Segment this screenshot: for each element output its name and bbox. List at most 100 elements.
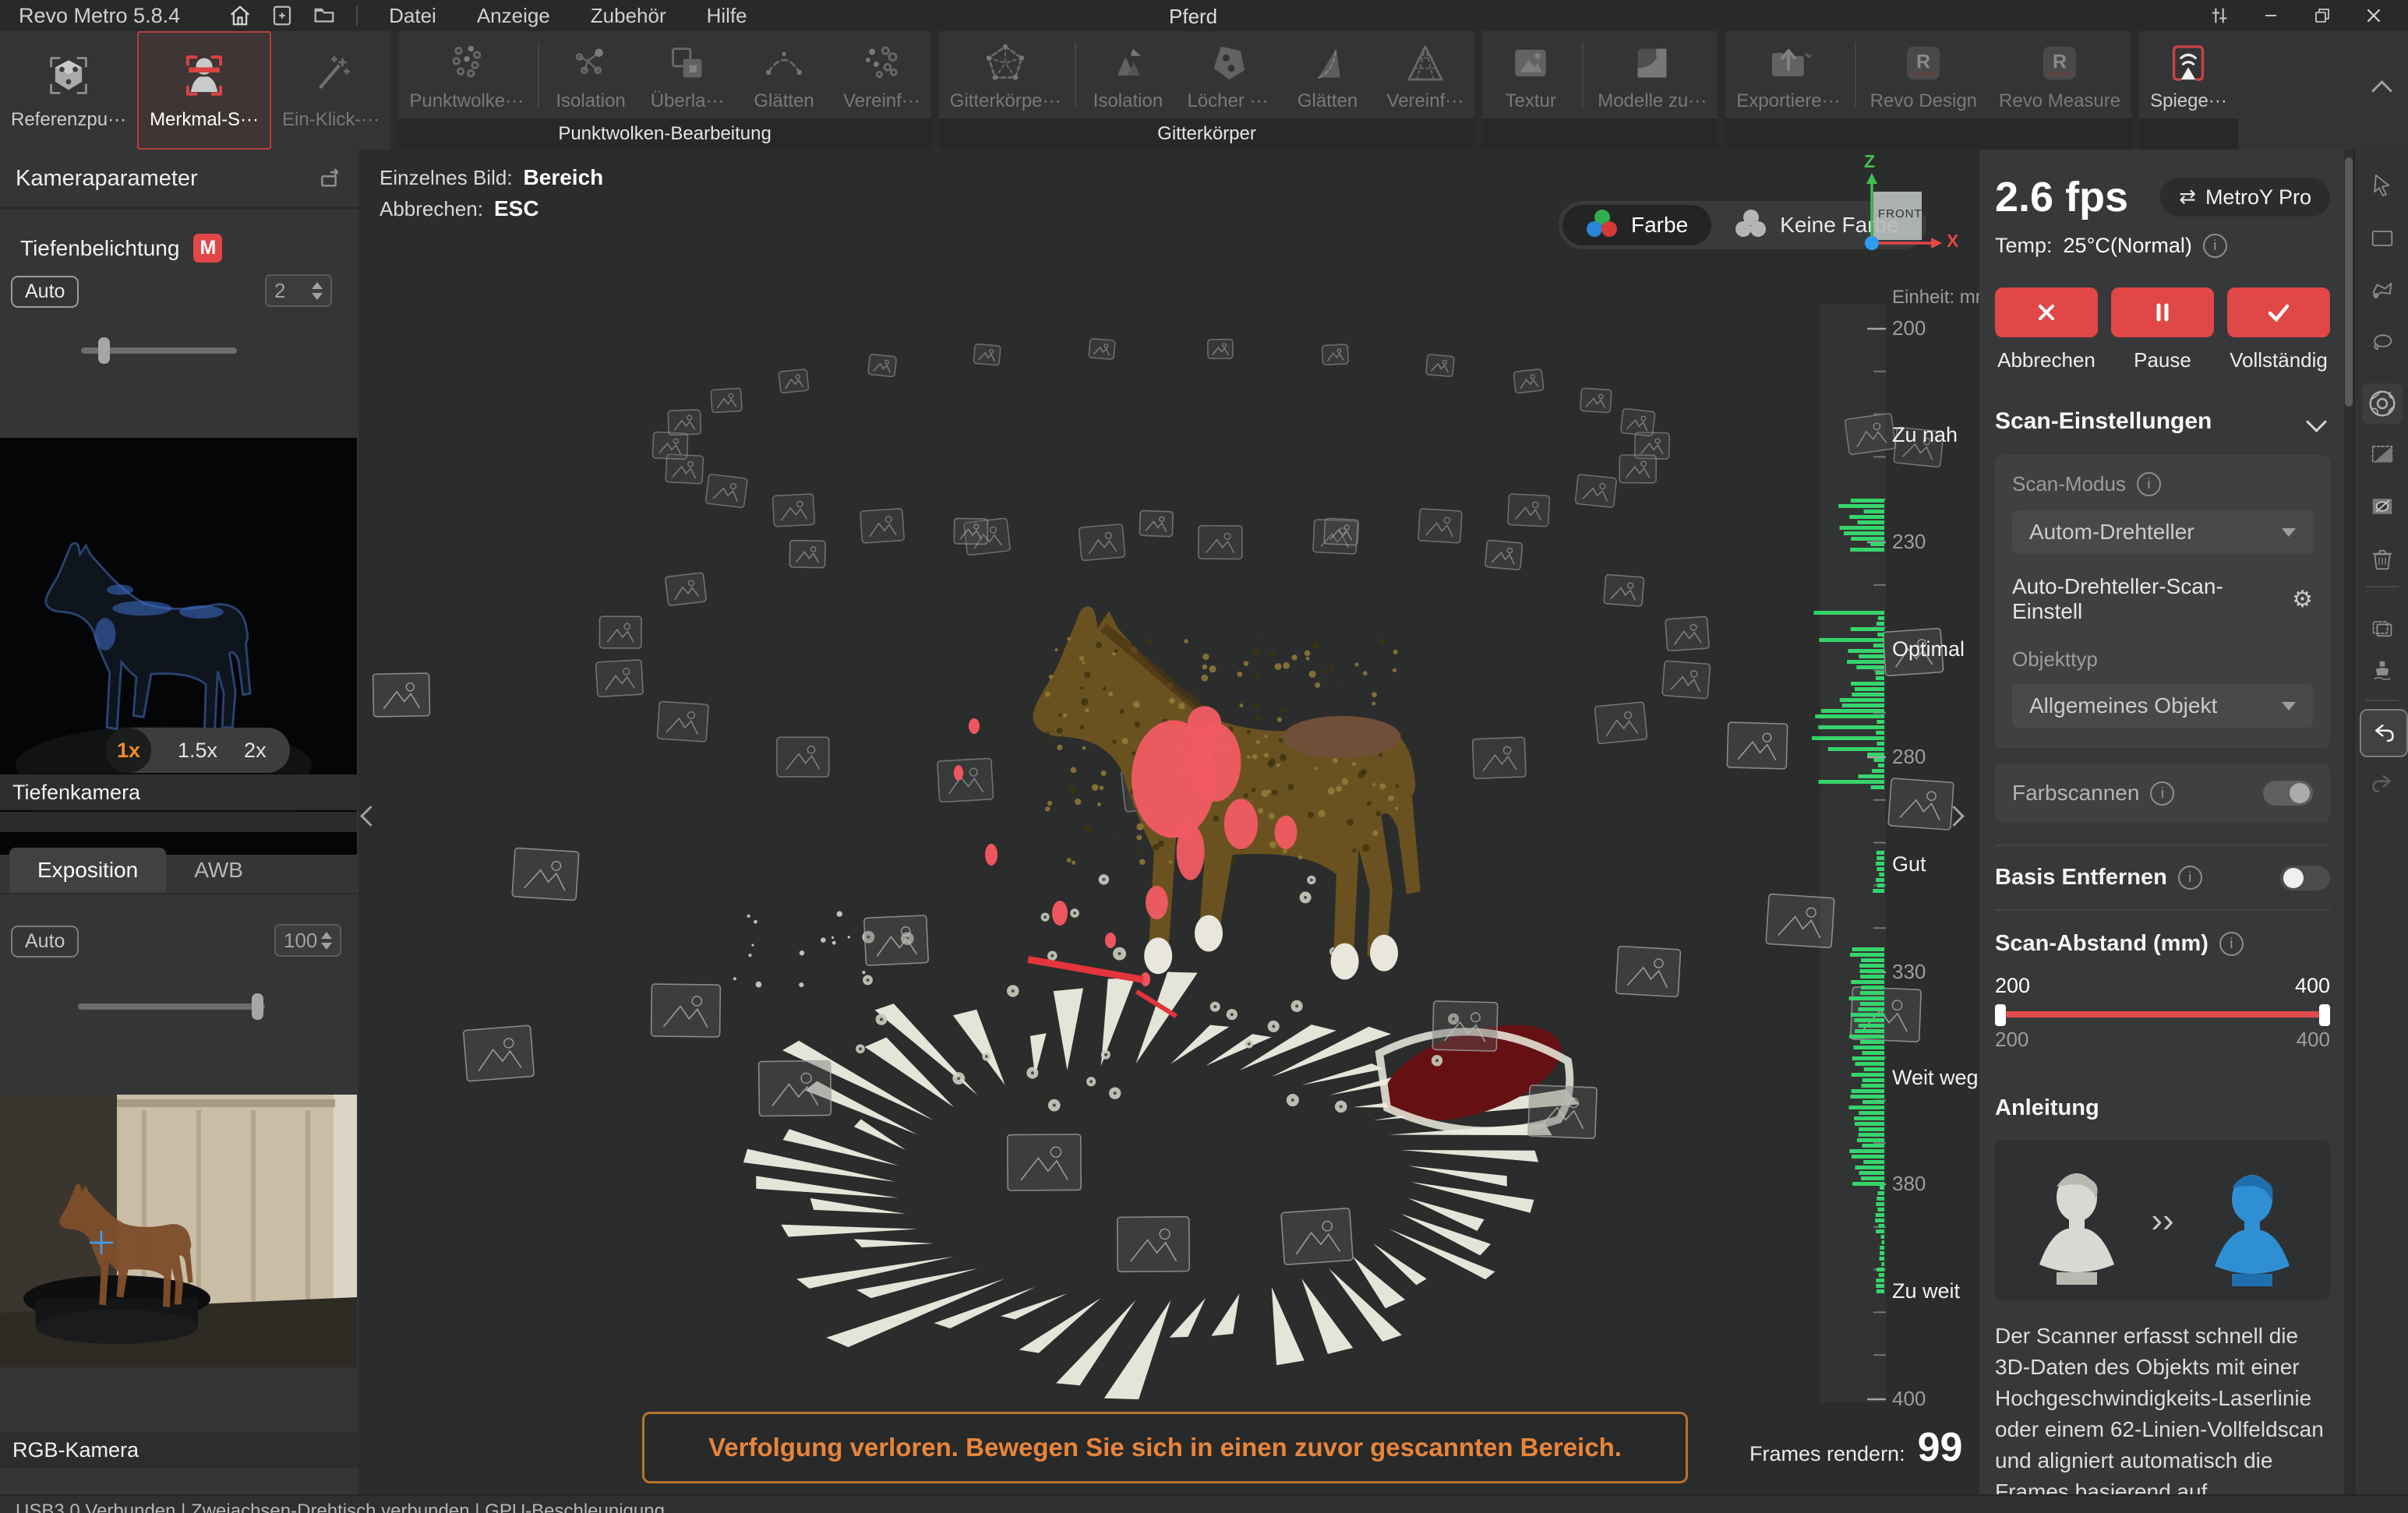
toolbar-button-revo-measure[interactable]: RMeasure Revo Measure [1988,31,2131,118]
right-panel-scrollbar[interactable] [2344,150,2353,1513]
remove-base-toggle[interactable] [2280,866,2330,891]
toolbar-button-vereinfachen-punkte[interactable]: Vereinf··· [832,31,931,118]
exposure-tabs: Exposition AWB [9,848,271,893]
svg-text:DESIGN: DESIGN [1910,70,1937,78]
cursor-tool-icon[interactable] [2368,171,2396,199]
home-icon[interactable] [227,2,253,29]
color-scan-toggle[interactable] [2263,781,2313,806]
gear-icon[interactable]: ⚙ [2292,586,2313,613]
scan-distance-info-icon[interactable] [2219,932,2244,956]
tick-230: 230 [1892,530,1926,554]
toolbar-collapse-icon[interactable] [2371,80,2392,101]
brush-icon[interactable] [2368,658,2396,686]
toolbar-button-isolation-mesh[interactable]: Isolation [1079,31,1176,118]
mesh-icon [983,41,1028,86]
pause-scan-button[interactable]: Pause [2111,287,2214,372]
depth-auto-button[interactable]: Auto [11,276,79,308]
undo-icon [2370,719,2398,747]
depth-exposure-slider-knob[interactable] [98,337,110,364]
toolbar-button-modelle-zusammenfuehren[interactable]: Modelle zu··· [1587,31,1718,118]
exposure-slider-knob[interactable] [252,993,263,1020]
object-type-select[interactable]: Allgemeines Objekt [2012,684,2313,728]
trash-icon[interactable] [2368,545,2396,573]
toolbar-button-glaetten-mesh[interactable]: Glätten [1280,31,1376,118]
plane-cut-icon[interactable] [2368,439,2396,467]
exposure-auto-button[interactable]: Auto [11,926,79,958]
toolbar-button-glaetten-punkte[interactable]: Glätten [736,31,832,118]
open-folder-icon[interactable] [311,2,337,29]
toolbar-button-ein-klick[interactable]: Ein-Klick-··· [271,31,390,150]
guide-title: Anleitung [1995,1095,2330,1121]
deselect-icon[interactable] [2368,492,2396,520]
undo-button[interactable] [2360,709,2408,757]
depth-exposure-slider[interactable] [81,347,237,354]
depth-exposure-stepper[interactable]: 2 [265,274,332,307]
range-min-sub: 200 [1995,1028,2028,1052]
toolbar-button-textur[interactable]: Textur [1482,31,1579,118]
new-project-icon[interactable] [269,2,295,29]
restore-icon[interactable] [2302,2,2343,29]
toolbar-button-revo-design[interactable]: RDESIGN Revo Design [1859,31,1988,118]
axis-gizmo[interactable]: Z X FRONT [1845,156,1962,265]
exposure-stepper[interactable]: 100 [274,924,341,957]
color-scan-info-icon[interactable] [2150,781,2174,806]
scan-settings-header[interactable]: Scan-Einstellungen [1995,408,2330,435]
scrollbar-thumb[interactable] [2345,157,2353,407]
stepper-down-icon[interactable] [321,943,332,950]
close-icon[interactable] [2353,2,2394,29]
stepper-up-icon[interactable] [321,932,332,939]
stepper-up-icon[interactable] [312,282,323,289]
device-badge[interactable]: ⇄ MetroY Pro [2160,178,2330,217]
toolbar-button-spiegeln[interactable]: Spiege··· [2139,31,2238,118]
temp-info-icon[interactable] [2203,234,2227,258]
exposure-slider[interactable] [78,1003,265,1010]
remove-base-info-icon[interactable] [2178,866,2202,890]
toolbar-button-loecher[interactable]: Löcher ··· [1176,31,1279,118]
scan-mode-info-icon[interactable] [2137,472,2161,496]
menu-hilfe[interactable]: Hilfe [687,4,768,28]
popout-icon[interactable] [318,166,343,191]
tick-330: 330 [1892,960,1926,984]
toolbar-button-ueberlappung[interactable]: Überla··· [639,31,736,118]
complete-scan-button[interactable]: Vollständig [2227,287,2330,372]
redo-icon[interactable] [2368,770,2396,798]
tab-awb[interactable]: AWB [166,848,271,893]
toolbar-button-exportieren[interactable]: Exportiere··· [1725,31,1851,118]
select-caret-icon [2282,528,2296,537]
menu-anzeige[interactable]: Anzeige [457,4,570,28]
isolation-points-icon [568,41,613,86]
camera-parameters-panel: Kameraparameter Tiefenbelichtung M Auto … [0,150,360,1513]
minimize-icon[interactable] [2251,2,2291,29]
color-on-button[interactable]: Farbe [1562,205,1711,245]
tab-exposition[interactable]: Exposition [9,848,166,893]
toolbar-button-vereinfachen-mesh[interactable]: Vereinf··· [1376,31,1475,118]
titlebar: Revo Metro 5.8.4 Datei Anzeige Zubehör H… [0,0,2408,31]
toolbar-button-merkmal-scan[interactable]: Merkmal-S··· [137,31,271,150]
zoom-1-5x-button[interactable]: 1.5x [178,739,217,763]
preferences-icon[interactable] [2199,2,2240,29]
scan-distance-slider[interactable] [1995,1003,2330,1026]
cancel-scan-button[interactable]: Abbrechen [1995,287,2098,372]
toolbar-button-referenzpunkte[interactable]: Referenzpu··· [0,31,137,150]
polygon-select-icon[interactable] [2368,276,2396,304]
lasso-select-icon[interactable] [2368,329,2396,357]
color-scan-label: Farbscannen [2012,781,2139,806]
guide-illustration: ›› [1995,1140,2330,1300]
range-min-handle[interactable] [1995,1004,2006,1026]
zoom-2x-button[interactable]: 2x [244,739,267,763]
turntable-settings-row[interactable]: Auto-Drehteller-Scan-Einstell ⚙ [2012,574,2313,624]
toolbar-button-punktwolke[interactable]: Punktwolke··· [398,31,535,118]
toolbar-button-isolation-punkte[interactable]: Isolation [542,31,639,118]
menu-datei[interactable]: Datei [369,4,457,28]
toolbar-button-gitterkoerper[interactable]: Gitterkörpe··· [939,31,1072,118]
menu-zubehoer[interactable]: Zubehör [570,4,687,28]
scan-mode-select[interactable]: Autom-Drehteller [2012,510,2313,554]
zoom-1x-button[interactable]: 1x [106,728,151,773]
range-max-handle[interactable] [2319,1004,2330,1026]
temp-label: Temp: [1995,234,2053,258]
viewport-3d[interactable] [358,150,1964,1513]
stepper-down-icon[interactable] [312,293,323,300]
duplicate-icon[interactable] [2368,615,2396,644]
rectangle-select-icon[interactable] [2368,224,2396,252]
fingerprint-select-icon[interactable] [2362,383,2403,424]
